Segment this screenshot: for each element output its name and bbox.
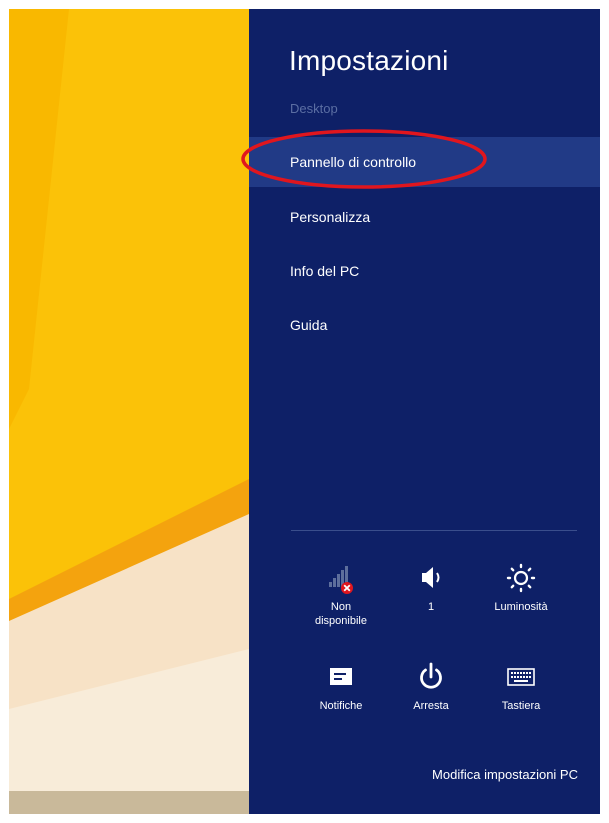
quick-setting-brightness[interactable]: Luminosità	[476, 562, 566, 614]
quick-setting-label: Tastiera	[501, 700, 541, 712]
charm-title: Impostazioni	[289, 45, 449, 76]
keyboard-icon	[507, 668, 535, 686]
quick-setting-label: Luminosità	[494, 601, 548, 613]
quick-setting-label: Non disponibile	[315, 601, 367, 627]
settings-charm-panel: Impostazioni Desktop Pannello di control…	[241, 9, 600, 814]
quick-setting-power[interactable]: Arresta	[386, 661, 476, 713]
brightness-icon	[506, 563, 536, 593]
menu-item-help[interactable]: Guida	[249, 300, 600, 350]
quick-setting-label: 1	[427, 601, 435, 613]
desktop-wallpaper	[9, 9, 249, 814]
change-pc-settings-link[interactable]: Modifica impostazioni PC	[432, 767, 578, 782]
quick-setting-keyboard[interactable]: Tastiera	[476, 661, 566, 713]
wallpaper-art	[9, 9, 249, 814]
quick-setting-volume[interactable]: 1	[386, 562, 476, 614]
context-label: Desktop	[290, 101, 338, 116]
menu-item-pc-info[interactable]: Info del PC	[249, 246, 600, 296]
quick-setting-label: Notifiche	[319, 700, 363, 712]
network-unavailable-icon	[329, 566, 353, 594]
menu-item-control-panel[interactable]: Pannello di controllo	[249, 137, 600, 187]
volume-icon	[422, 567, 440, 588]
notifications-icon	[330, 668, 352, 685]
quick-setting-notifications[interactable]: Notifiche	[296, 661, 386, 713]
power-icon	[420, 662, 442, 689]
quick-setting-label: Arresta	[413, 700, 449, 712]
menu-item-personalize[interactable]: Personalizza	[249, 192, 600, 242]
divider	[291, 530, 577, 531]
quick-setting-network[interactable]: Non disponibile	[296, 562, 386, 628]
